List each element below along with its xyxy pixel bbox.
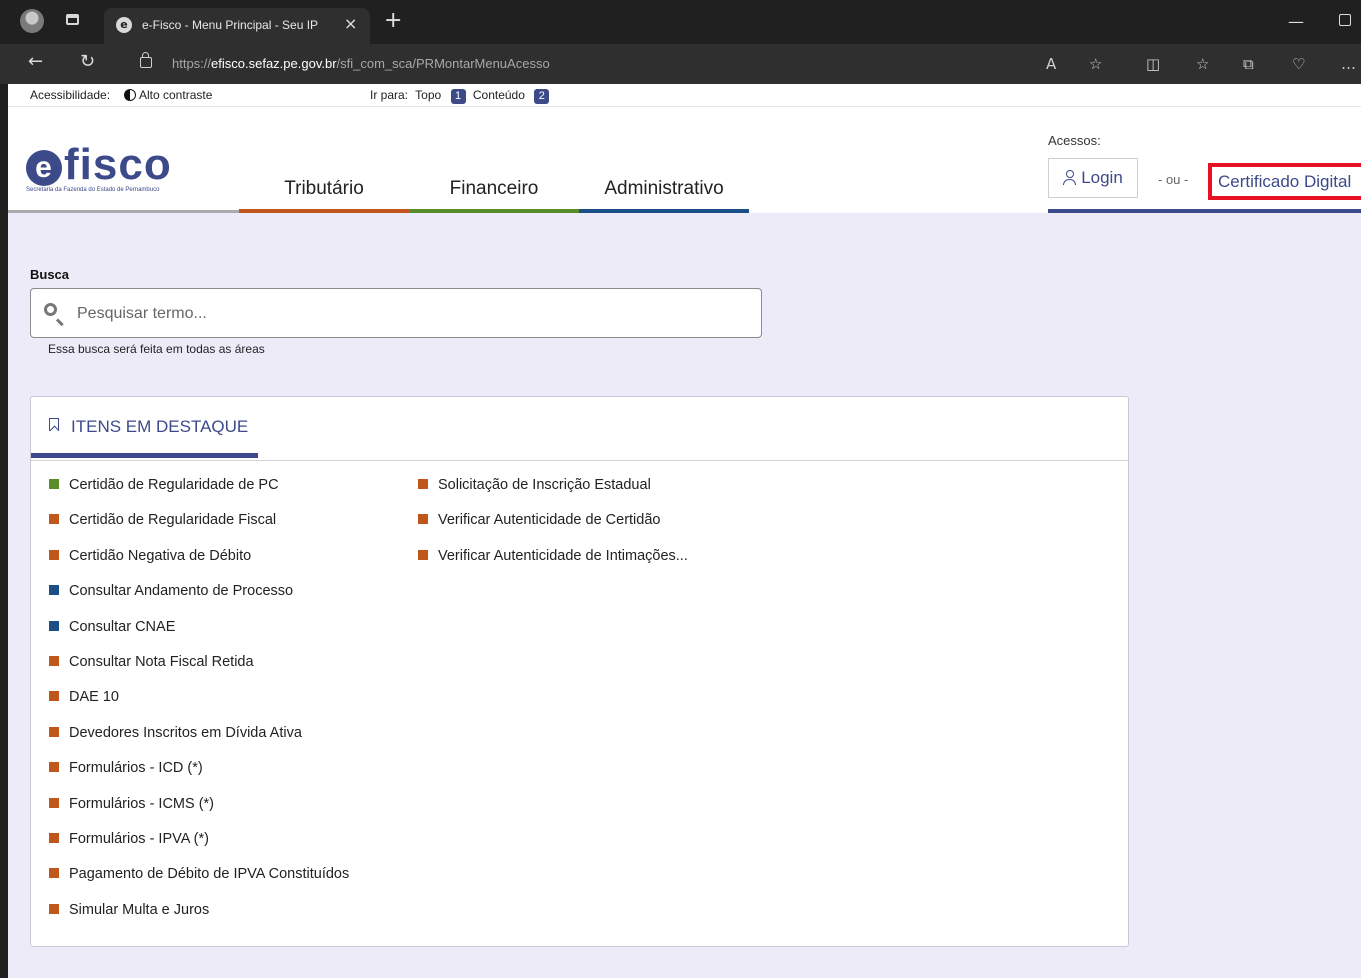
color-marker (49, 832, 59, 843)
skip-to-top-link[interactable]: Topo 1 (415, 88, 469, 104)
site-header: e fisco Secretaria da Fazenda do Estado d… (8, 107, 1361, 213)
tab-close-icon[interactable]: × (344, 14, 357, 33)
read-aloud-icon[interactable]: A (1046, 54, 1056, 74)
color-marker (49, 585, 59, 596)
featured-item[interactable]: Devedores Inscritos em Dívida Ativa (49, 725, 349, 760)
accessibility-bar: Acessibilidade: Alto contraste Ir para: … (8, 84, 1361, 107)
tab-title: e-Fisco - Menu Principal - Seu IP (142, 18, 319, 32)
featured-items-title: ITENS EM DESTAQUE (71, 417, 249, 436)
featured-item[interactable]: Consultar Nota Fiscal Retida (49, 654, 349, 689)
color-marker (49, 479, 59, 489)
window-restore-icon[interactable] (1339, 14, 1351, 26)
featured-item[interactable]: Formulários - IPVA (*) (49, 831, 349, 866)
favorite-star-icon[interactable]: ☆ (1089, 54, 1102, 74)
skip-to-content-link[interactable]: Conteúdo 2 (473, 88, 553, 104)
bookmark-icon (49, 418, 59, 431)
url-text[interactable]: https://efisco.sefaz.pe.gov.br/sfi_com_s… (172, 55, 550, 73)
goto-label: Ir para: (370, 88, 409, 102)
color-marker (49, 620, 59, 631)
nav-administrativo[interactable]: Administrativo (579, 178, 749, 213)
featured-item[interactable]: Verificar Autenticidade de Certidão (418, 512, 688, 547)
nav-underline (579, 209, 749, 213)
featured-item[interactable]: Verificar Autenticidade de Intimações... (418, 548, 688, 583)
featured-items-card: ITENS EM DESTAQUE Certidão de Regularida… (30, 396, 1129, 947)
browser-tab[interactable]: e e-Fisco - Menu Principal - Seu IP × (104, 8, 370, 44)
profile-avatar[interactable] (20, 9, 44, 33)
color-marker (49, 514, 59, 525)
color-marker (418, 549, 428, 560)
color-marker (49, 797, 59, 808)
featured-item[interactable]: Certidão de Regularidade Fiscal (49, 512, 349, 547)
search-hint: Essa busca será feita em todas as áreas (48, 342, 265, 356)
search-input[interactable] (75, 301, 749, 327)
featured-item[interactable]: Certidão Negativa de Débito (49, 548, 349, 583)
featured-item[interactable]: Certidão de Regularidade de PC (49, 477, 349, 512)
acessos-label: Acessos: (1048, 133, 1101, 148)
nav-financeiro[interactable]: Financeiro (409, 178, 579, 213)
collections-icon[interactable]: ⧉ (1243, 54, 1254, 74)
new-tab-icon[interactable]: + (384, 8, 402, 34)
search-icon (44, 303, 57, 316)
back-icon[interactable]: ← (28, 52, 43, 72)
featured-items-header: ITENS EM DESTAQUE (31, 397, 1128, 461)
nav-underline (239, 209, 409, 213)
featured-item[interactable]: Consultar CNAE (49, 619, 349, 654)
color-marker (418, 514, 428, 525)
page-content: Acessibilidade: Alto contraste Ir para: … (8, 84, 1361, 978)
logo-underline (8, 210, 239, 213)
color-marker (49, 903, 59, 914)
featured-items-underline (31, 453, 258, 458)
color-marker (49, 762, 59, 773)
featured-column-2: Solicitação de Inscrição Estadual Verifi… (418, 477, 688, 583)
search-label: Busca (30, 267, 70, 282)
accessibility-label: Acessibilidade: (30, 88, 111, 102)
browser-toolbar: ← ↻ https://efisco.sefaz.pe.gov.br/sfi_c… (0, 44, 1361, 84)
color-marker (49, 868, 59, 879)
featured-item[interactable]: Formulários - ICD (*) (49, 760, 349, 795)
site-favicon-icon: e (116, 17, 132, 33)
nav-underline (409, 209, 579, 213)
browser-tab-bar: e e-Fisco - Menu Principal - Seu IP × + … (0, 0, 1361, 44)
lock-icon[interactable] (140, 52, 152, 68)
browser-essentials-icon[interactable]: ♡ (1292, 54, 1305, 74)
contrast-icon (124, 89, 136, 101)
efisco-logo[interactable]: e fisco Secretaria da Fazenda do Estado d… (26, 143, 172, 193)
acessos-underline (1048, 209, 1361, 213)
search-box[interactable] (30, 288, 762, 338)
tab-actions-icon[interactable] (66, 14, 79, 25)
color-marker (49, 691, 59, 702)
featured-item[interactable]: Formulários - ICMS (*) (49, 796, 349, 831)
login-button[interactable]: Login (1048, 158, 1138, 198)
color-marker (49, 726, 59, 737)
color-marker (49, 655, 59, 666)
skip-links: Ir para: Topo 1 Conteúdo 2 (370, 84, 557, 106)
address-bar[interactable]: https://efisco.sefaz.pe.gov.br/sfi_com_s… (120, 50, 1120, 78)
featured-item[interactable]: Consultar Andamento de Processo (49, 583, 349, 618)
color-marker (418, 479, 428, 489)
user-icon (1063, 170, 1077, 185)
window-minimize-icon[interactable]: — (1288, 12, 1304, 31)
featured-item[interactable]: Simular Multa e Juros (49, 902, 349, 937)
refresh-icon[interactable]: ↻ (80, 52, 95, 72)
nav-tributario[interactable]: Tributário (239, 178, 409, 213)
more-menu-icon[interactable]: … (1341, 54, 1356, 74)
favorites-icon[interactable]: ☆ (1196, 54, 1209, 74)
high-contrast-link[interactable]: Alto contraste (124, 84, 212, 106)
digital-certificate-link[interactable]: Certificado Digital (1208, 163, 1361, 200)
featured-item[interactable]: DAE 10 (49, 689, 349, 724)
featured-item[interactable]: Pagamento de Débito de IPVA Constituídos (49, 866, 349, 901)
or-separator: - ou - (1158, 172, 1189, 187)
split-screen-icon[interactable]: ◫ (1146, 54, 1160, 74)
featured-item[interactable]: Solicitação de Inscrição Estadual (418, 477, 688, 512)
color-marker (49, 549, 59, 560)
featured-column-1: Certidão de Regularidade de PC Certidão … (49, 477, 349, 937)
